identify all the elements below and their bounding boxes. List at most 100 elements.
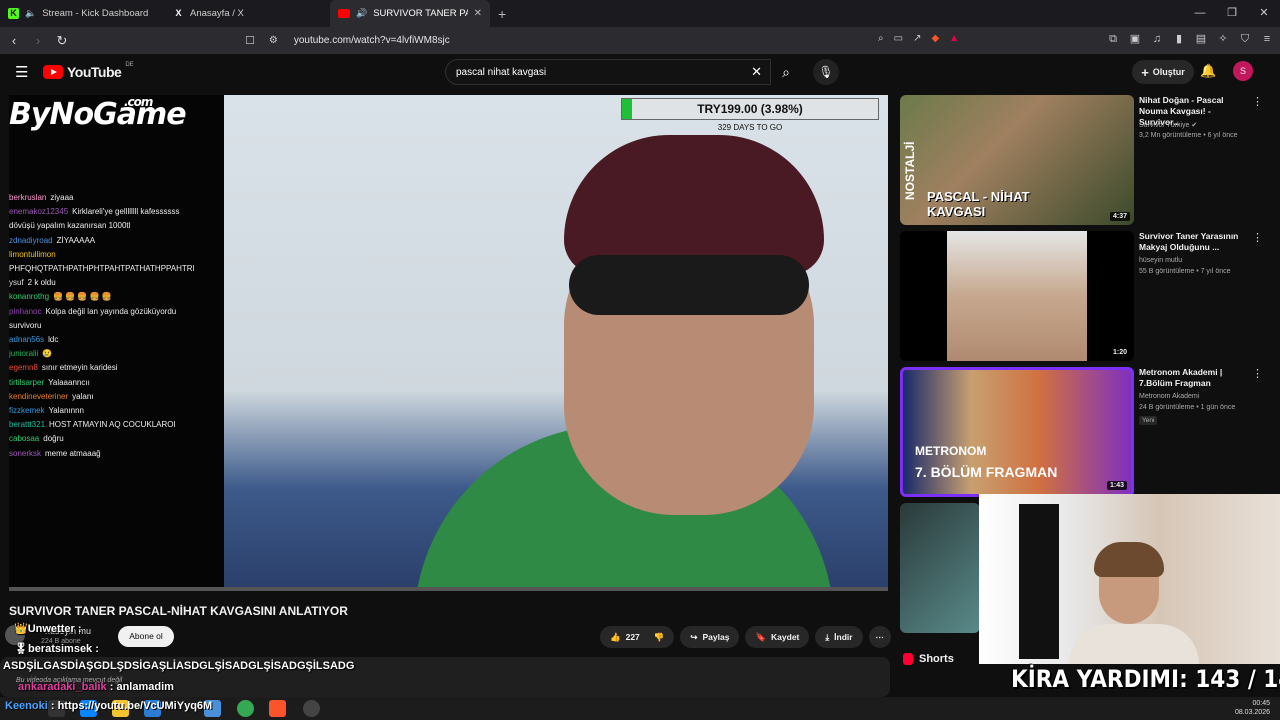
overlay-chat-user: beratsimsek : <box>27 643 99 655</box>
chat-line: sonerksk meme atmaaağ <box>9 449 101 458</box>
menu-icon[interactable]: ≡ <box>1260 32 1274 46</box>
recommendation-channel[interactable]: Survivor Türkiye ✔ <box>1139 121 1197 129</box>
overlay-chat-line: ASDŞİLGASDİAŞGDLŞDSİGAŞLİASDGLŞİSADGLŞİS… <box>3 660 354 672</box>
more-actions-button[interactable]: ⋯ <box>868 626 891 648</box>
channel-name: Survivor Türkiye <box>1139 122 1190 129</box>
tab-x[interactable]: X Anasayfa / X <box>165 0 330 27</box>
audio-icon: 🔊 <box>356 8 368 18</box>
thumbs-up-icon: 👍 <box>610 631 621 642</box>
save-button[interactable]: 🔖 Kaydet <box>745 626 810 648</box>
chat-message: Kolpa değil lan yayında gözüküyordu <box>45 306 177 316</box>
brave-shield-icon[interactable]: ◆ <box>931 33 939 44</box>
chat-line: ysuf 2 k oldu <box>9 278 56 287</box>
chat-line: zdnadiyroad ZİYAAAAA <box>9 236 95 245</box>
chat-user: pinhanoc <box>9 306 42 316</box>
minimize-icon[interactable]: — <box>1184 0 1216 27</box>
chat-user: berkruslan <box>9 193 47 202</box>
tab-title: Stream - Kick Dashboard <box>42 8 149 19</box>
chat-line: dövüşü yapalım kazanırsan 1000tl <box>9 221 130 230</box>
extensions-icon[interactable]: ⧉ <box>1106 32 1120 46</box>
subscribe-button[interactable]: Abone ol <box>118 626 174 647</box>
recommendation-title[interactable]: Survivor Taner Yarasının Makyaj Olduğunu… <box>1139 231 1247 253</box>
share-arrow-icon: ↪ <box>690 631 698 642</box>
more-icon: ⋯ <box>875 631 884 642</box>
shorts-icon <box>903 653 913 665</box>
share-label: Paylaş <box>702 632 730 642</box>
chat-line: PHFQHQTPATHPATHPHTPAHTPATHATHPPAHTRI <box>9 264 195 273</box>
youtube-logo[interactable]: YouTube DE <box>43 62 134 80</box>
close-tab-icon[interactable]: ✕ <box>474 8 482 19</box>
zoom-icon[interactable]: ⌕ <box>878 33 884 44</box>
audio-icon: 🔈 <box>25 8 37 18</box>
video-thumbnail[interactable] <box>900 503 980 633</box>
chat-user: konanrothg <box>9 292 50 302</box>
screenshot-icon[interactable]: ▣ <box>1128 32 1142 46</box>
share-icon[interactable]: ↗ <box>913 33 921 44</box>
forward-icon[interactable]: › <box>28 33 48 48</box>
dislike-button[interactable]: 👎 <box>645 626 675 648</box>
voice-search-icon[interactable]: 🎙 <box>813 59 839 85</box>
recommendation-title[interactable]: Metronom Akademi | 7.Bölüm Fragman <box>1139 367 1247 389</box>
new-tab-icon[interactable]: + <box>498 6 506 22</box>
wallet-icon[interactable]: ▤ <box>1194 32 1208 46</box>
close-window-icon[interactable]: ✕ <box>1248 0 1280 27</box>
tab-title: SURVIVOR TANER PASCAL-NİHAT <box>373 8 467 19</box>
rewards-icon[interactable]: ▲ <box>949 33 959 44</box>
shorts-label: Shorts <box>919 653 954 665</box>
video-progress-bar[interactable] <box>9 587 888 591</box>
notifications-icon[interactable]: 🔔 <box>1200 63 1216 79</box>
video-thumbnail[interactable]: METRONOM 7. BÖLÜM FRAGMAN 1:43 <box>900 367 1134 497</box>
leo-icon[interactable]: ✧ <box>1216 32 1230 46</box>
recommendation-item[interactable]: NOSTALJİ PASCAL - NİHAT KAVGASI 4:37 Nih… <box>900 95 1270 227</box>
hamburger-menu-icon[interactable]: ☰ <box>15 63 28 81</box>
sidebar-icon[interactable]: ▮ <box>1172 32 1186 46</box>
search-input[interactable]: pascal nihat kavgasi ✕ <box>445 59 771 85</box>
more-options-icon[interactable]: ⋮ <box>1252 95 1263 108</box>
video-thumbnail[interactable]: NOSTALJİ PASCAL - NİHAT KAVGASI 4:37 <box>900 95 1134 225</box>
site-info-icon[interactable]: ⚙ <box>269 35 278 46</box>
bookmark-icon[interactable]: ☐ <box>245 34 255 47</box>
rent-goal-text: KİRA YARDIMI: 143 / 145 <box>1011 665 1280 693</box>
chat-message: dövüşü yapalım kazanırsan 1000tl <box>9 221 131 231</box>
obs-icon[interactable] <box>303 700 320 717</box>
create-button[interactable]: + Oluştur <box>1132 60 1194 84</box>
video-thumbnail[interactable]: 1:20 <box>900 231 1134 361</box>
clear-search-icon[interactable]: ✕ <box>751 64 762 80</box>
tab-kick[interactable]: K 🔈 Stream - Kick Dashboard <box>0 0 165 27</box>
chat-message: doğru <box>43 434 64 444</box>
back-icon[interactable]: ‹ <box>4 33 24 48</box>
recommendation-item[interactable]: METRONOM 7. BÖLÜM FRAGMAN 1:43 Metronom … <box>900 367 1270 499</box>
chat-message: survivoru <box>9 320 42 330</box>
person-beanie <box>564 135 824 275</box>
chrome-icon[interactable] <box>237 700 254 717</box>
donation-goal-text: TRY199.00 (3.98%) <box>697 102 803 116</box>
system-clock[interactable]: 00:45 08.03.2026 <box>1235 699 1270 717</box>
recommendation-channel[interactable]: hüseyin mutlu <box>1139 257 1182 264</box>
chat-user: berattt321 <box>9 420 46 430</box>
chat-user: fizzkemek <box>9 406 45 415</box>
video-player[interactable]: ByNoGame .com berkruslan ziyaaa enemakoz123… <box>9 95 888 591</box>
media-icon[interactable]: ♫ <box>1150 32 1164 46</box>
reload-icon[interactable]: ↻ <box>52 33 72 49</box>
download-icon: ⤓ <box>825 631 830 642</box>
chat-message: ZİYAAAAA <box>56 235 96 245</box>
like-button[interactable]: 👍 227 <box>600 626 646 648</box>
search-button[interactable]: ⌕ <box>771 59 801 85</box>
more-options-icon[interactable]: ⋮ <box>1252 367 1263 380</box>
avatar[interactable]: S <box>1233 61 1253 81</box>
brave-icon[interactable] <box>269 700 286 717</box>
tab-youtube[interactable]: 🔊 SURVIVOR TANER PASCAL-NİHAT ✕ <box>330 0 490 27</box>
recommendation-item[interactable]: 1:20 Survivor Taner Yarasının Makyaj Old… <box>900 231 1270 363</box>
share-button[interactable]: ↪ Paylaş <box>680 626 740 648</box>
cast-icon[interactable]: ▭ <box>894 33 903 44</box>
badge-icon: 🎖 <box>14 643 28 655</box>
chat-line: limontullimon <box>9 250 60 259</box>
more-options-icon[interactable]: ⋮ <box>1252 231 1263 244</box>
vpn-icon[interactable]: ⛉ <box>1238 32 1252 46</box>
chat-message: Yalanınnn <box>48 406 84 415</box>
person-sunglasses <box>569 255 809 315</box>
download-button[interactable]: ⤓ İndir <box>815 626 863 648</box>
recommendation-channel[interactable]: Metronom Akademi <box>1139 393 1199 400</box>
chat-message: 😢 <box>42 349 53 359</box>
restore-icon[interactable]: ❐ <box>1216 0 1248 27</box>
